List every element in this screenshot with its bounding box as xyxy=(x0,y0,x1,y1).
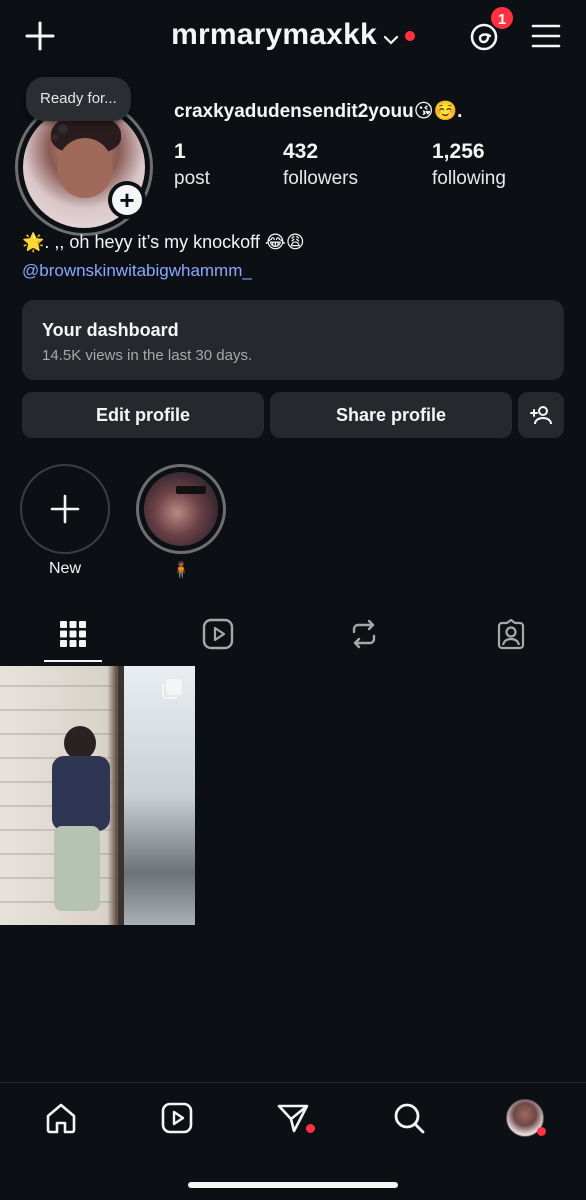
messages-notification-dot xyxy=(306,1124,315,1133)
stat-following[interactable]: 1,256 following xyxy=(432,140,506,190)
display-name: craxkyadudensendit2youu😘☺️. xyxy=(174,101,463,122)
menu-icon[interactable] xyxy=(530,20,562,52)
reposts-icon xyxy=(352,619,376,649)
stat-followers[interactable]: 432 followers xyxy=(283,140,358,190)
nav-divider xyxy=(0,1082,586,1083)
home-indicator xyxy=(188,1182,398,1188)
reels-icon xyxy=(161,1102,193,1134)
reels-icon xyxy=(202,618,234,650)
search-icon xyxy=(394,1103,425,1134)
chevron-down-icon xyxy=(383,19,399,53)
note-tail xyxy=(58,124,68,134)
nav-reels[interactable] xyxy=(157,1098,197,1138)
dashboard-subtitle: 14.5K views in the last 30 days. xyxy=(42,347,253,364)
home-icon xyxy=(46,1103,76,1134)
tab-reels[interactable] xyxy=(188,612,248,656)
add-story-button[interactable]: + xyxy=(108,181,146,219)
stat-label: followers xyxy=(283,168,358,189)
active-tab-indicator xyxy=(44,660,102,662)
edit-profile-button[interactable]: Edit profile xyxy=(22,392,264,438)
share-profile-button[interactable]: Share profile xyxy=(270,392,512,438)
dashboard-card[interactable]: Your dashboard 14.5K views in the last 3… xyxy=(22,300,564,380)
plus-icon xyxy=(50,494,80,524)
nav-home[interactable] xyxy=(41,1098,81,1138)
messages-icon xyxy=(277,1104,309,1133)
nav-search[interactable] xyxy=(389,1098,429,1138)
grid-icon xyxy=(60,621,86,647)
profile-notification-dot xyxy=(537,1127,546,1136)
tagged-icon xyxy=(497,618,525,650)
tab-reposts[interactable] xyxy=(334,612,394,656)
notification-dot xyxy=(404,31,415,42)
stat-value: 1 xyxy=(174,140,186,163)
add-person-icon xyxy=(530,406,552,425)
dashboard-title: Your dashboard xyxy=(42,320,179,340)
discover-people-button[interactable] xyxy=(518,392,564,438)
post-thumbnail[interactable] xyxy=(0,666,195,925)
stat-label: following xyxy=(432,168,506,189)
bio-link[interactable]: @brownskinwitabigwhammm_ xyxy=(22,261,252,281)
highlight-label: New xyxy=(48,560,81,577)
highlight-label: 🧍🏾 xyxy=(171,562,191,579)
header-username: mrmarymaxkk xyxy=(171,18,377,51)
stat-value: 1,256 xyxy=(432,140,485,163)
new-highlight-button[interactable] xyxy=(20,464,110,554)
bio-text: 🌟. ,, oh heyy it’s my knockoff 😂😩 xyxy=(22,232,305,252)
note-tail-small xyxy=(52,134,58,140)
tab-tagged[interactable] xyxy=(481,612,541,656)
highlight-item[interactable] xyxy=(136,464,226,554)
stat-value: 432 xyxy=(283,140,319,163)
threads-badge: 1 xyxy=(489,5,515,31)
plus-icon: + xyxy=(112,185,142,215)
carousel-icon xyxy=(160,677,184,701)
stat-posts[interactable]: 1 post xyxy=(174,140,210,190)
tab-grid[interactable] xyxy=(43,612,103,656)
stat-label: post xyxy=(174,168,210,189)
note-bubble[interactable]: Ready for... xyxy=(26,77,131,121)
